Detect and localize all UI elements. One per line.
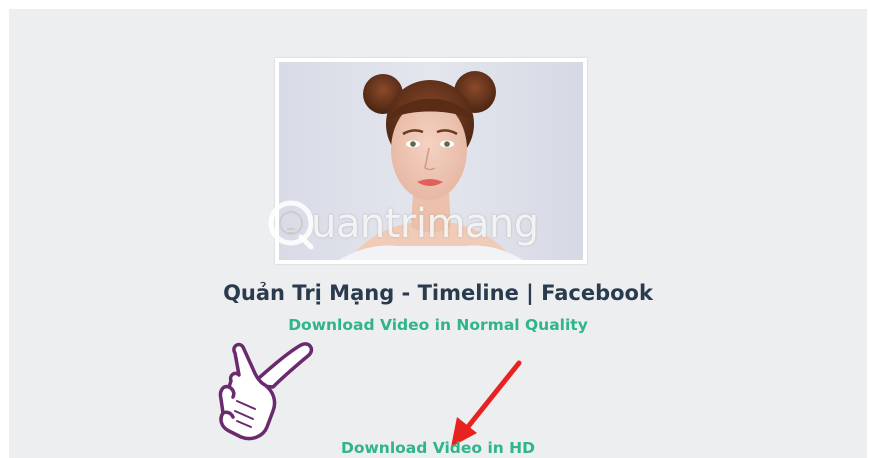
red-arrow-icon bbox=[451, 360, 522, 447]
download-normal-quality-link[interactable]: Download Video in Normal Quality bbox=[9, 316, 867, 334]
video-title: Quản Trị Mạng - Timeline | Facebook bbox=[223, 281, 653, 305]
download-panel: uantrimang Quản Trị Mạng - Timeline | Fa… bbox=[9, 9, 867, 458]
watermark-text: uantrimang bbox=[311, 201, 539, 247]
pointing-hand-icon bbox=[218, 342, 314, 441]
download-hd-link[interactable]: Download Video in HD bbox=[9, 439, 867, 457]
